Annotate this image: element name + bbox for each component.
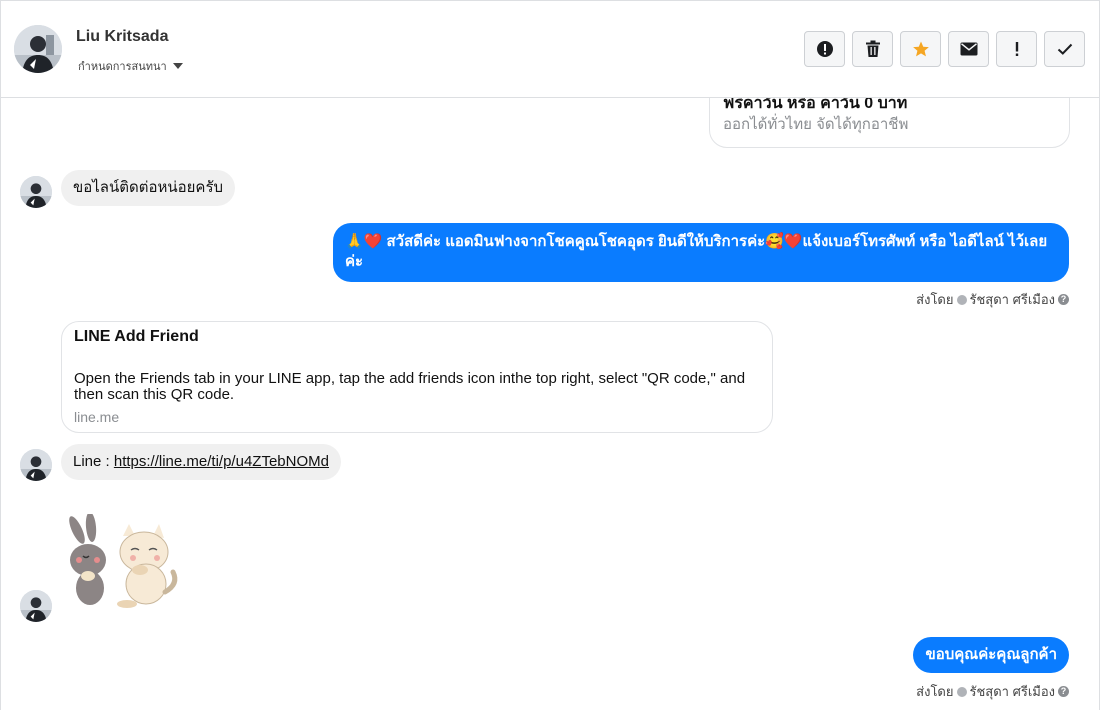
- message-list[interactable]: ฟรีค่าวัน หรือ ค่าวัน 0 บาท ออกได้ทั่วไท…: [1, 98, 1099, 710]
- agent-icon: [956, 294, 967, 305]
- outgoing-message: ขอบคุณค่ะคุณลูกค้า: [913, 637, 1069, 673]
- card-title: LINE Add Friend: [74, 328, 199, 345]
- star-button[interactable]: [900, 31, 941, 67]
- mark-unread-button[interactable]: [948, 31, 989, 67]
- report-button[interactable]: [804, 31, 845, 67]
- sticker-image: [61, 512, 183, 610]
- card-domain: line.me: [74, 409, 120, 425]
- sender-avatar: [20, 590, 52, 622]
- link-preview-card[interactable]: ฟรีค่าวัน หรือ ค่าวัน 0 บาท ออกได้ทั่วไท…: [709, 98, 1070, 148]
- message-line: ค่ะ: [345, 253, 364, 270]
- sender-avatar: [20, 449, 52, 481]
- outgoing-message: 🙏❤️ สวัสดีค่ะ แอดมินฟางจากโชคคูณโชคอุดร …: [333, 223, 1069, 282]
- sender-avatar: [20, 176, 52, 208]
- envelope-icon: [960, 42, 977, 56]
- star-icon: [912, 41, 929, 57]
- check-icon: [1057, 43, 1072, 55]
- alert-circle-icon: [816, 41, 833, 57]
- agent-icon: [956, 686, 967, 697]
- incoming-message: Line : https://line.me/ti/p/u4ZTebNOMd: [61, 444, 341, 480]
- card-description: Open the Friends tab in your LINE app, t…: [74, 370, 746, 403]
- mark-done-button[interactable]: [1044, 31, 1085, 67]
- help-icon[interactable]: ?: [1058, 294, 1069, 305]
- line-url-link[interactable]: https://line.me/ti/p/u4ZTebNOMd: [114, 453, 329, 470]
- important-button[interactable]: [996, 31, 1037, 67]
- message-prefix: Line :: [73, 453, 114, 470]
- card-subtitle: ออกได้ทั่วไทย จัดได้ทุกอาชีพ: [723, 116, 909, 133]
- conversation-header: Liu Kritsada กำหนดการสนทนา: [1, 1, 1099, 98]
- incoming-message: ขอไลน์ติดต่อหน่อยครับ: [61, 170, 236, 206]
- sent-by-label: ส่งโดย: [916, 684, 954, 699]
- sent-by-info: ส่งโดย รัชสุดา ศรีเมือง ?: [916, 681, 1069, 702]
- delete-button[interactable]: [852, 31, 893, 67]
- header-actions: [804, 31, 1085, 67]
- assign-conversation-dropdown[interactable]: กำหนดการสนทนา: [78, 57, 183, 75]
- conversation-panel: Liu Kritsada กำหนดการสนทนา ฟรีค่าวัน หรื…: [0, 0, 1100, 710]
- sent-by-label: ส่งโดย: [916, 292, 954, 307]
- contact-avatar[interactable]: [14, 25, 62, 73]
- contact-name: Liu Kritsada: [76, 28, 169, 45]
- chevron-down-icon: [172, 63, 183, 69]
- sent-by-info: ส่งโดย รัชสุดา ศรีเมือง ?: [916, 289, 1069, 310]
- message-line: 🙏❤️ สวัสดีค่ะ แอดมินฟางจากโชคคูณโชคอุดร …: [345, 233, 1048, 250]
- agent-name: รัชสุดา ศรีเมือง: [969, 684, 1056, 699]
- line-add-friend-card[interactable]: LINE Add Friend Open the Friends tab in …: [61, 321, 773, 433]
- agent-name: รัชสุดา ศรีเมือง: [969, 292, 1056, 307]
- assign-label: กำหนดการสนทนา: [78, 61, 167, 73]
- trash-icon: [865, 40, 880, 57]
- exclamation-icon: [1015, 42, 1018, 56]
- help-icon[interactable]: ?: [1058, 686, 1069, 697]
